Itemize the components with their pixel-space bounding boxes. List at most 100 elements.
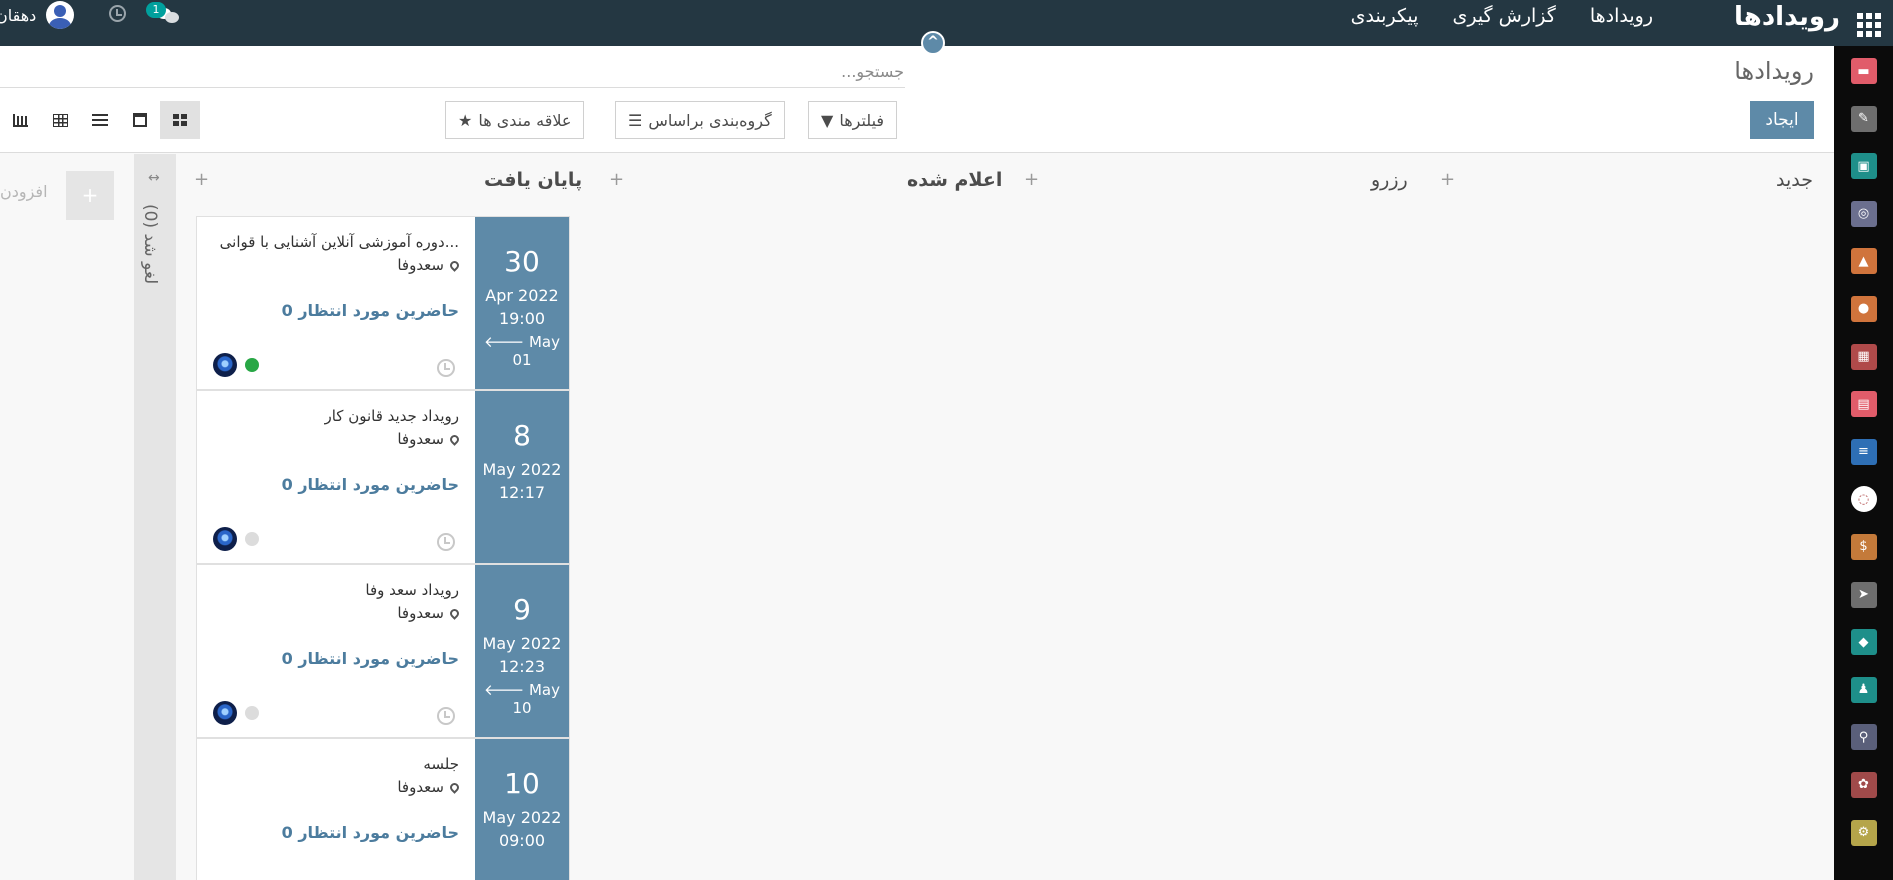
expected-attendees-link[interactable]: 0 حاضرین مورد انتظار bbox=[282, 301, 459, 320]
expected-attendees-link[interactable]: 0 حاضرین مورد انتظار bbox=[282, 649, 459, 668]
event-date-block: 8 May 2022 12:17 bbox=[475, 391, 569, 563]
status-dot[interactable] bbox=[245, 358, 259, 372]
graph-view-button[interactable] bbox=[0, 101, 40, 139]
user-menu[interactable]: دهقان bbox=[0, 0, 75, 30]
expected-attendees-link[interactable]: 0 حاضرین مورد انتظار bbox=[282, 475, 459, 494]
contacts-icon[interactable]: ▣ bbox=[1850, 153, 1877, 180]
event-day: 9 bbox=[513, 593, 531, 626]
filters-button[interactable]: ▼ فیلترها bbox=[808, 101, 898, 139]
top-navbar: رویدادها رویدادها گزارش گیری پیکربندی ده… bbox=[0, 0, 1893, 46]
event-location: سعدوفا bbox=[397, 256, 461, 274]
sales-icon[interactable]: ▲ bbox=[1850, 248, 1877, 275]
user-avatar bbox=[213, 701, 237, 725]
map-marker-icon bbox=[448, 606, 461, 620]
bar-chart-icon bbox=[12, 113, 28, 127]
map-marker-icon bbox=[448, 258, 461, 272]
helpdesk-icon[interactable]: ▦ bbox=[1850, 343, 1877, 370]
funnel-icon: ▼ bbox=[821, 110, 834, 130]
events-icon[interactable]: ◆ bbox=[1850, 629, 1877, 656]
menu-item-events[interactable]: رویدادها bbox=[1590, 5, 1653, 27]
message-count-badge: 1 bbox=[146, 2, 166, 18]
event-time: 12:23 bbox=[498, 657, 546, 676]
user-avatar bbox=[213, 527, 237, 551]
search-input[interactable] bbox=[0, 56, 905, 88]
add-column-label: افزودن bbox=[0, 182, 48, 201]
add-card-plus-icon[interactable]: + bbox=[194, 169, 209, 190]
event-card[interactable]: 10 May 2022 09:00 جلسه سعدوفا 0 حاضرین م… bbox=[196, 738, 570, 880]
dashboard-icon[interactable]: ▤ bbox=[1850, 391, 1877, 418]
activity-clock-icon[interactable] bbox=[437, 707, 455, 725]
settings-icon[interactable]: ⚙ bbox=[1850, 819, 1877, 846]
kanban-icon bbox=[173, 114, 187, 126]
add-card-plus-icon[interactable]: + bbox=[1440, 169, 1455, 190]
column-header-reserved: رزرو bbox=[1371, 169, 1408, 191]
recruitment-icon[interactable]: ⚲ bbox=[1850, 724, 1877, 751]
group-by-button[interactable]: ☰ گروه‌بندی براساس bbox=[615, 101, 785, 139]
folded-column-label: لغو شد (0) bbox=[140, 204, 160, 285]
event-location: سعدوفا bbox=[397, 604, 461, 622]
crm-icon[interactable]: ◎ bbox=[1850, 200, 1877, 227]
pivot-view-button[interactable] bbox=[40, 101, 80, 139]
add-card-plus-icon[interactable]: + bbox=[1024, 169, 1039, 190]
event-date-block: 9 May 2022 12:23 🡐 May 10 bbox=[475, 565, 569, 737]
event-title: رویداد جدید قانون کار bbox=[324, 407, 459, 425]
app-brand[interactable]: رویدادها bbox=[1734, 2, 1840, 32]
activity-clock-icon[interactable] bbox=[437, 533, 455, 551]
forms-icon[interactable]: ≡ bbox=[1850, 438, 1877, 465]
add-card-plus-icon[interactable]: + bbox=[609, 169, 624, 190]
event-location-text: سعدوفا bbox=[397, 430, 444, 448]
filters-label: فیلترها bbox=[839, 110, 885, 130]
notes-icon[interactable]: ✎ bbox=[1850, 105, 1877, 132]
event-card[interactable]: 9 May 2022 12:23 🡐 May 10 رویداد سعد وفا… bbox=[196, 564, 570, 738]
favorites-button[interactable]: ★ علاقه مندی ها bbox=[445, 101, 585, 139]
email-marketing-icon[interactable]: ➤ bbox=[1850, 581, 1877, 608]
status-dot[interactable] bbox=[245, 706, 259, 720]
event-end-date: 🡐 May 01 bbox=[483, 333, 560, 369]
event-time: 19:00 bbox=[498, 309, 546, 328]
activity-clock-icon[interactable] bbox=[109, 5, 126, 22]
event-time: 12:17 bbox=[498, 483, 546, 502]
arrow-left-icon: 🡐 bbox=[483, 681, 529, 699]
event-title: جلسه bbox=[423, 755, 459, 773]
event-month: May 2022 bbox=[482, 460, 562, 479]
control-panel: رویدادها ایجاد ▼ فیلترها ☰ گروه‌بندی برا… bbox=[0, 46, 1834, 153]
user-avatar bbox=[213, 353, 237, 377]
add-column-button[interactable]: + bbox=[66, 171, 114, 220]
list-icon bbox=[92, 114, 108, 126]
table-icon bbox=[52, 113, 68, 127]
apps-menu-icon[interactable] bbox=[1855, 9, 1883, 37]
status-dot[interactable] bbox=[245, 532, 259, 546]
calendar-view-button[interactable] bbox=[120, 101, 160, 139]
group-by-label: گروه‌بندی براساس bbox=[648, 110, 772, 130]
invoicing-icon[interactable]: $ bbox=[1850, 533, 1877, 560]
expected-attendees-link[interactable]: 0 حاضرین مورد انتظار bbox=[282, 823, 459, 842]
create-button[interactable]: ایجاد bbox=[1750, 101, 1814, 139]
column-header-ended: پایان یافت bbox=[484, 169, 583, 191]
list-view-button[interactable] bbox=[80, 101, 120, 139]
chevron-up-icon[interactable]: ^ bbox=[921, 31, 945, 55]
bars-icon: ☰ bbox=[628, 110, 643, 130]
folded-column-cancelled[interactable]: ↔ لغو شد (0) bbox=[134, 154, 176, 880]
employees-icon[interactable]: ♟ bbox=[1850, 676, 1877, 703]
timesheet-icon[interactable]: ◌ bbox=[1850, 486, 1877, 513]
discuss-icon[interactable]: ▬ bbox=[1850, 58, 1877, 84]
event-location: سعدوفا bbox=[397, 778, 461, 796]
activity-clock-icon[interactable] bbox=[437, 359, 455, 377]
event-location: سعدوفا bbox=[397, 430, 461, 448]
menu-item-reporting[interactable]: گزارش گیری bbox=[1452, 5, 1555, 27]
map-marker-icon bbox=[448, 780, 461, 794]
unfold-icon[interactable]: ↔ bbox=[148, 170, 160, 186]
apps-icon[interactable]: ✿ bbox=[1850, 771, 1877, 798]
user-name: دهقان bbox=[0, 5, 37, 25]
kanban-view-button[interactable] bbox=[160, 101, 200, 139]
calendar-icon bbox=[133, 113, 147, 127]
user-avatar[interactable] bbox=[46, 1, 75, 29]
event-card[interactable]: 30 Apr 2022 19:00 🡐 May 01 دوره آموزشی آ… bbox=[196, 216, 570, 390]
event-location-text: سعدوفا bbox=[397, 778, 444, 796]
event-day: 10 bbox=[504, 767, 540, 800]
website-icon[interactable]: ● bbox=[1850, 295, 1877, 322]
event-title: رویداد سعد وفا bbox=[365, 581, 459, 599]
kanban-board: جدید + رزرو + اعلام شده + پایان یافت + ↔… bbox=[0, 154, 1834, 880]
event-card[interactable]: 8 May 2022 12:17 رویداد جدید قانون کار س… bbox=[196, 390, 570, 564]
menu-item-configuration[interactable]: پیکربندی bbox=[1351, 5, 1419, 27]
